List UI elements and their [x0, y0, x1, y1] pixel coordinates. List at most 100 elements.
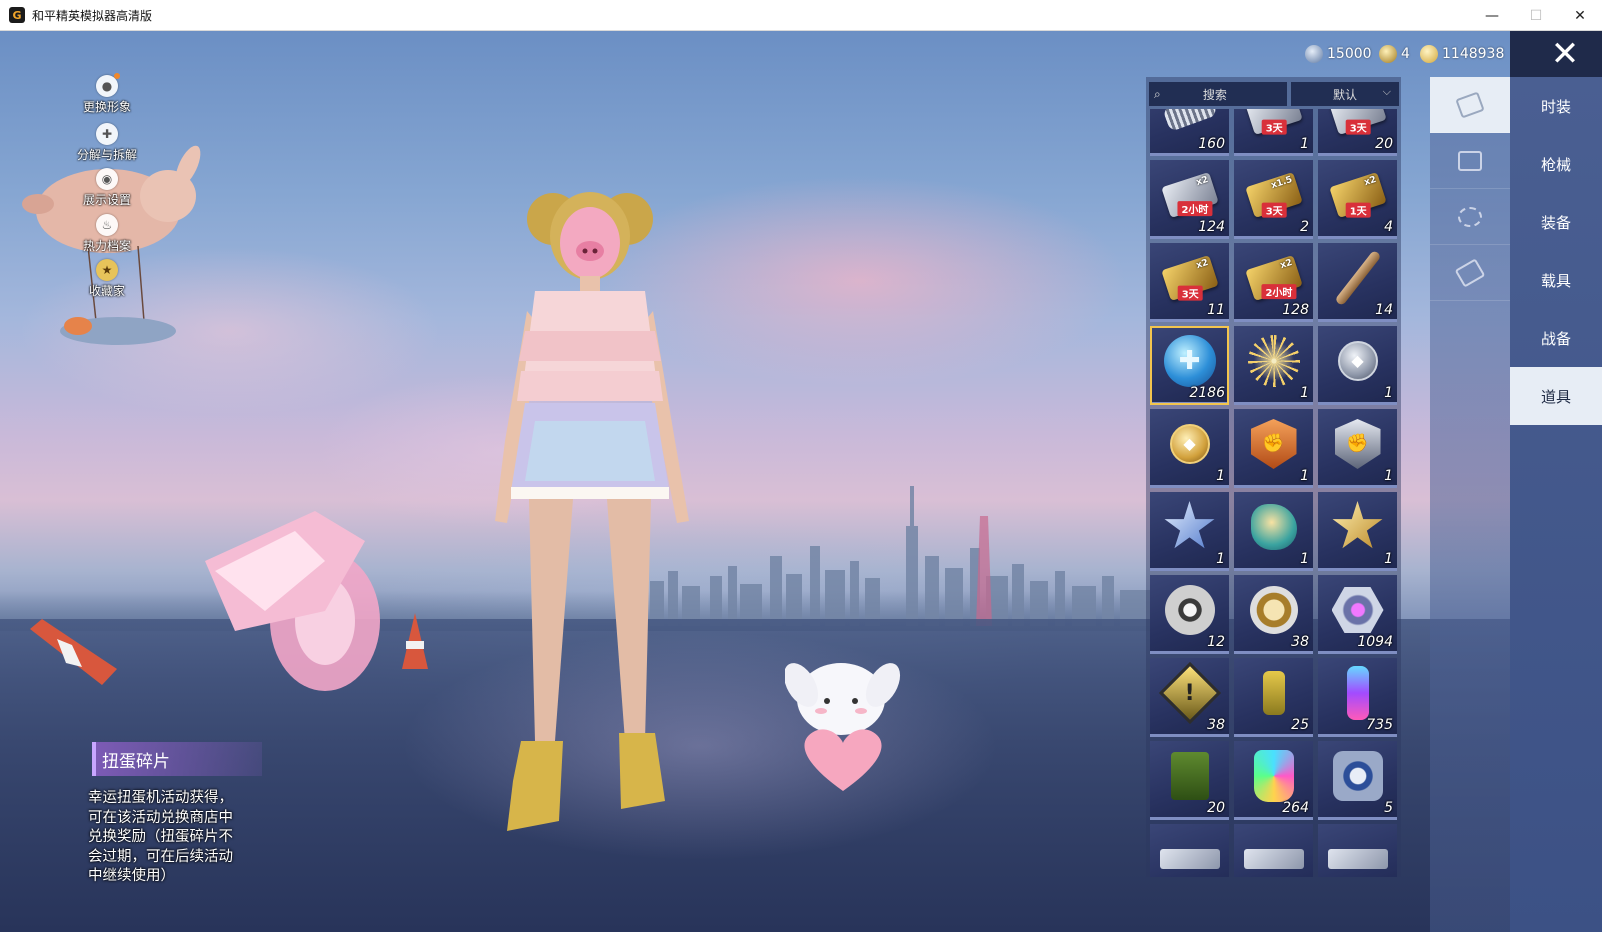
grenade-icon	[1262, 670, 1285, 715]
warning-sign-icon: !	[1158, 661, 1221, 725]
inventory-item[interactable]	[1234, 824, 1313, 877]
tab-vehicles[interactable]: 载具	[1510, 251, 1602, 309]
inventory-item[interactable]: ✊ 1	[1318, 409, 1397, 488]
item-count: 735	[1366, 717, 1393, 733]
orange-shield-icon: ✊	[1250, 418, 1297, 469]
inventory-item[interactable]: 1	[1150, 492, 1229, 571]
inventory-item[interactable]	[1150, 824, 1229, 877]
inventory-grid: 160 3天 1 3天 20 x2 2小时 124 x1.5 3天 2 x2 1天 4 x2 3天 11 x2 2小…	[1150, 109, 1400, 877]
jerry-can-icon	[1170, 751, 1209, 800]
silver-coin-icon	[1305, 45, 1323, 63]
item-count: 2	[1300, 219, 1309, 235]
inventory-item[interactable]: 1	[1234, 492, 1313, 571]
token-icon	[1379, 45, 1397, 63]
inventory-item[interactable]: 5	[1318, 741, 1397, 820]
inventory-item[interactable]: x2 2小时 128	[1234, 243, 1313, 322]
item-count: 1	[1216, 551, 1225, 567]
inventory-item[interactable]: 1094	[1318, 575, 1397, 654]
window-close-button[interactable]: ✕	[1558, 0, 1602, 31]
sub-category-tabs	[1430, 77, 1510, 932]
search-icon: ⌕	[1154, 86, 1161, 101]
window-titlebar: G 和平精英模拟器高清版 — ☐ ✕	[0, 0, 1602, 31]
inventory-item[interactable]	[1318, 824, 1397, 877]
inventory-item[interactable]: 20	[1150, 741, 1229, 820]
tab-items[interactable]: 道具	[1510, 367, 1602, 425]
change-avatar-button[interactable]: ● 更换形象	[72, 73, 142, 115]
description-line: 会过期，可在后续活动	[88, 848, 233, 865]
inventory-item[interactable]: 3天 1	[1234, 109, 1313, 156]
tab-equipment[interactable]: 装备	[1510, 193, 1602, 251]
heat-archive-button[interactable]: ♨ 热力档案	[72, 214, 142, 254]
puzzle-icon: ✚	[96, 123, 118, 145]
inventory-item[interactable]: 160	[1150, 109, 1229, 156]
subtab-tickets[interactable]	[1430, 245, 1510, 301]
inventory-item[interactable]: 3天 20	[1318, 109, 1397, 156]
inventory-item[interactable]: 14	[1318, 243, 1397, 322]
inventory-item[interactable]: ◆ 1	[1150, 409, 1229, 488]
search-input[interactable]: ⌕ 搜索	[1149, 82, 1287, 106]
inventory-item[interactable]: 1	[1318, 492, 1397, 571]
decompose-button[interactable]: ✚ 分解与拆解	[72, 123, 142, 163]
item-count: 20	[1207, 800, 1225, 816]
inventory-item[interactable]: 12	[1150, 575, 1229, 654]
puzzle-badge-icon	[1332, 750, 1383, 801]
sort-dropdown[interactable]: 默认 ⌵	[1291, 82, 1399, 106]
item-count: 1	[1300, 136, 1309, 152]
inventory-item[interactable]: x2 1天 4	[1318, 160, 1397, 239]
inventory-item[interactable]: ! 38	[1150, 658, 1229, 737]
spray-can-icon	[1346, 665, 1369, 720]
player-character	[495, 192, 689, 831]
item-count: 264	[1282, 800, 1309, 816]
inventory-item[interactable]: 25	[1234, 658, 1313, 737]
token-value: 4	[1401, 46, 1410, 62]
card-icon	[1455, 90, 1485, 119]
chest-icon	[1458, 150, 1482, 171]
subtab-fireworks[interactable]	[1430, 189, 1510, 245]
sort-value: 默认	[1332, 87, 1357, 102]
motorcycle-prop	[205, 511, 380, 691]
tab-battle-supplies[interactable]: 战备	[1510, 309, 1602, 367]
traffic-cone-mid	[402, 613, 428, 669]
heat-archive-label: 热力档案	[82, 239, 131, 253]
inventory-item[interactable]: ◆ 1	[1318, 326, 1397, 405]
item-count: 20	[1375, 136, 1393, 152]
eye-icon: ◉	[96, 168, 118, 190]
inventory-item[interactable]: x1.5 3天 2	[1234, 160, 1313, 239]
inventory-item[interactable]: 264	[1234, 741, 1313, 820]
currency-gold: 1148938	[1420, 44, 1504, 64]
card-icon	[1159, 848, 1220, 869]
tab-weapons[interactable]: 枪械	[1510, 135, 1602, 193]
decompose-label: 分解与拆解	[76, 148, 137, 162]
paint-gun-icon	[1253, 749, 1294, 802]
blue-star-icon	[1164, 500, 1215, 549]
gold-medal-icon: ◆	[1169, 423, 1210, 464]
exp-card-icon: x2 1天	[1328, 172, 1387, 218]
inventory-item[interactable]: 1	[1234, 326, 1313, 405]
item-count: 12	[1207, 634, 1225, 650]
ticket-icon	[1454, 257, 1486, 288]
item-count: 14	[1375, 302, 1393, 318]
subtab-chests[interactable]	[1430, 133, 1510, 189]
maximize-button[interactable]: ☐	[1514, 0, 1558, 31]
inventory-item[interactable]: ✊ 1	[1234, 409, 1313, 488]
tab-fashion[interactable]: 时装	[1510, 77, 1602, 135]
bunny-plush-prop	[785, 663, 901, 791]
traffic-cone-left	[30, 619, 117, 685]
subtab-cards[interactable]	[1430, 77, 1510, 133]
gold-coin-icon	[1420, 45, 1438, 63]
multiplier-badge: x2	[1194, 174, 1210, 189]
inventory-item[interactable]: 38	[1234, 575, 1313, 654]
close-inventory-button[interactable]: ✕	[1510, 31, 1602, 77]
inventory-item[interactable]: x2 3天 11	[1150, 243, 1229, 322]
inventory-item[interactable]: x2 2小时 124	[1150, 160, 1229, 239]
silver-medal-icon: ◆	[1337, 340, 1378, 381]
display-settings-button[interactable]: ◉ 展示设置	[72, 168, 142, 208]
inventory-item[interactable]: 735	[1318, 658, 1397, 737]
inventory-item[interactable]: ✚ 2186	[1150, 326, 1229, 405]
bat-icon	[1333, 249, 1382, 307]
collector-label: 收藏家	[88, 284, 125, 298]
minimize-button[interactable]: —	[1470, 0, 1514, 31]
display-settings-label: 展示设置	[82, 193, 131, 207]
duration-tag: 3天	[1261, 119, 1287, 135]
collector-button[interactable]: ★ 收藏家	[72, 259, 142, 299]
